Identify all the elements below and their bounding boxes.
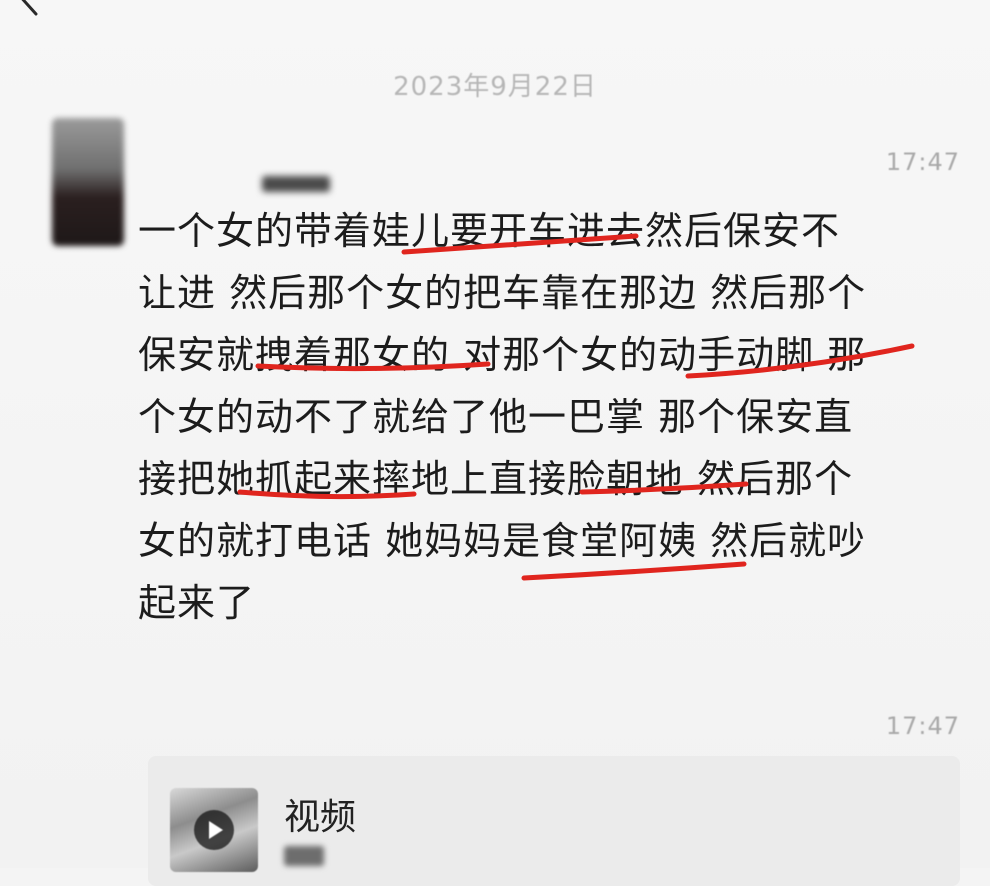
message-line: 接把她抓起来摔地上直接脸朝地 然后那个 [138,457,854,501]
chat-screen: 2023年9月22日 17:47 一个女的带着娃儿要开车进去然后保安不 让进 然… [0,0,990,886]
video-thumbnail[interactable] [170,788,258,872]
back-chevron-icon[interactable] [14,0,48,26]
sender-avatar[interactable] [52,118,124,246]
message-line: 起来了 [138,581,256,625]
message-timestamp: 17:47 [885,148,960,176]
message-line: 保安就拽着那女的 对那个女的动手动脚 那 [138,333,867,377]
sender-name-redacted [262,176,330,192]
video-label: 视频 [284,797,357,838]
message-line: 让进 然后那个女的把车靠在那边 然后那个 [138,271,867,315]
date-header: 2023年9月22日 [393,72,597,102]
message-timestamp: 17:47 [885,712,960,740]
video-message-card[interactable]: 视频 [148,756,960,886]
video-meta-redacted [284,846,324,866]
message-bubble[interactable]: 一个女的带着娃儿要开车进去然后保安不 让进 然后那个女的把车靠在那边 然后那个 … [138,200,958,634]
play-icon[interactable] [194,810,234,850]
message-line: 个女的动不了就给了他一巴掌 那个保安直 [138,395,854,439]
message-line: 女的就打电话 她妈妈是食堂阿姨 然后就吵 [138,519,867,563]
message-line: 一个女的带着娃儿要开车进去然后保安不 [138,209,841,253]
